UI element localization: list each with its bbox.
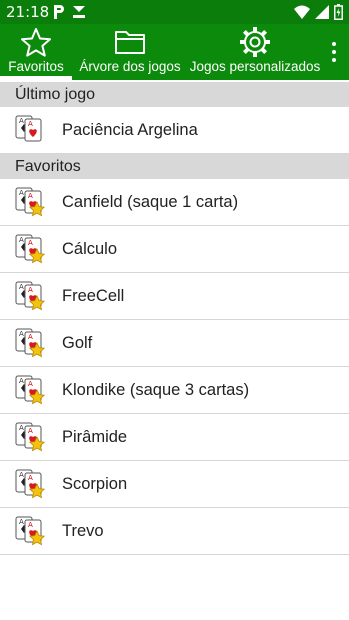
tab-favoritos-label: Favoritos xyxy=(8,59,64,74)
game-row-label: Pirâmide xyxy=(62,427,128,446)
svg-text:A: A xyxy=(28,120,33,128)
game-row-label: Scorpion xyxy=(62,474,128,493)
svg-text:A: A xyxy=(19,471,24,479)
tab-personalizados-label: Jogos personalizados xyxy=(190,59,320,74)
cards-favorite-icon: AA xyxy=(15,469,46,499)
game-row-label: Trevo xyxy=(62,521,104,540)
svg-text:A: A xyxy=(19,189,24,197)
game-row-piramide[interactable]: A A Pirâmide xyxy=(0,414,349,461)
game-list: Último jogo A A Paciência Argelina Favorit… xyxy=(0,82,349,555)
game-row-label: Canfield (saque 1 carta) xyxy=(62,192,239,211)
cards-favorite-icon: AA xyxy=(15,234,46,264)
cards-favorite-icon: AA xyxy=(15,375,46,405)
signal-icon xyxy=(315,5,329,19)
wifi-icon xyxy=(294,5,310,19)
svg-text:A: A xyxy=(28,239,33,247)
tab-favoritos[interactable]: Favoritos xyxy=(0,24,72,80)
game-row-label: Golf xyxy=(62,333,93,352)
game-row-label: Cálculo xyxy=(62,239,118,258)
svg-text:A: A xyxy=(28,192,33,200)
game-row-canfield-saque-1-carta[interactable]: A A Canfield (saque 1 carta) xyxy=(0,179,349,226)
status-bar: 21:18 xyxy=(0,0,349,24)
game-row-trevo[interactable]: A A Trevo xyxy=(0,508,349,555)
svg-text:A: A xyxy=(19,424,24,432)
cards-favorite-icon: AA xyxy=(15,422,46,452)
svg-text:A: A xyxy=(28,333,33,341)
status-right-icons xyxy=(294,4,343,20)
overflow-menu-button[interactable] xyxy=(327,38,341,66)
cards-favorite-icon: AA xyxy=(15,281,46,311)
download-icon xyxy=(73,6,85,18)
tab-arvore-dos-jogos[interactable]: Árvore dos jogos xyxy=(74,24,186,80)
svg-text:A: A xyxy=(28,380,33,388)
section-header-ultimo-jogo: Último jogo xyxy=(0,82,349,107)
svg-text:A: A xyxy=(28,286,33,294)
svg-text:A: A xyxy=(28,474,33,482)
game-row-paciencia-argelina[interactable]: A A Paciência Argelina xyxy=(0,107,349,154)
game-row-calculo[interactable]: A A Cálculo xyxy=(0,226,349,273)
cards-favorite-icon: AA xyxy=(15,187,46,217)
svg-text:A: A xyxy=(19,236,24,244)
p-notification-icon xyxy=(54,5,64,19)
game-row-label: FreeCell xyxy=(62,286,125,305)
section-header-favoritos: Favoritos xyxy=(0,154,349,179)
svg-text:A: A xyxy=(19,518,24,526)
svg-text:A: A xyxy=(28,521,33,529)
gear-icon xyxy=(240,27,270,57)
cards-favorite-icon: AA xyxy=(15,516,46,546)
cards-favorite-icon: AA xyxy=(15,328,46,358)
game-row-label: Klondike (saque 3 cartas) xyxy=(62,380,250,399)
game-row-klondike-saque-3-cartas[interactable]: A A Klondike (saque 3 cartas) xyxy=(0,367,349,414)
game-row-label: Paciência Argelina xyxy=(62,120,198,139)
svg-text:A: A xyxy=(19,283,24,291)
svg-text:A: A xyxy=(19,330,24,338)
battery-icon xyxy=(334,4,343,20)
cards-icon: AA xyxy=(15,115,42,142)
status-time: 21:18 xyxy=(6,3,50,21)
star-icon xyxy=(21,28,51,57)
folder-icon xyxy=(115,31,145,54)
svg-text:A: A xyxy=(28,427,33,435)
status-left-icons xyxy=(52,4,86,20)
app-toolbar: Favoritos Árvore dos jogos Jogos persona… xyxy=(0,24,349,80)
tab-jogos-personalizados[interactable]: Jogos personalizados xyxy=(190,24,320,80)
game-row-freecell[interactable]: A A FreeCell xyxy=(0,273,349,320)
tab-arvore-label: Árvore dos jogos xyxy=(79,59,181,74)
svg-text:A: A xyxy=(19,117,24,125)
game-row-golf[interactable]: A A Golf xyxy=(0,320,349,367)
game-row-scorpion[interactable]: A A Scorpion xyxy=(0,461,349,508)
svg-text:A: A xyxy=(19,377,24,385)
